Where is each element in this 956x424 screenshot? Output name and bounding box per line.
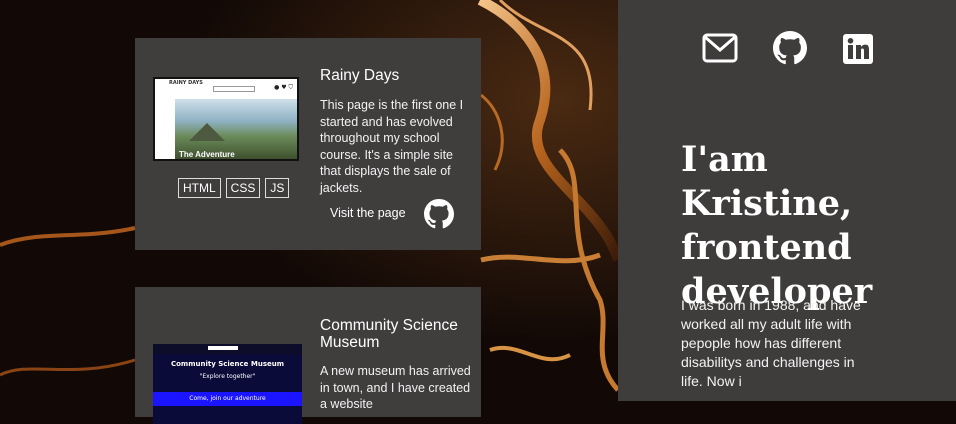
thumbnail-hero-image: The Adventure — [175, 99, 297, 159]
project-thumbnail[interactable]: RAINY DAYS ● ♥ ⛉ The Adventure — [153, 77, 299, 161]
thumbnail-search-bar — [213, 86, 255, 92]
thumbnail-subheading: "Explore together" — [199, 373, 256, 380]
tag-css: CSS — [225, 178, 261, 198]
project-thumbnail[interactable]: Community Science Museum "Explore togeth… — [153, 344, 302, 424]
tent-shape — [189, 123, 225, 141]
project-card-rainy-days: RAINY DAYS ● ♥ ⛉ The Adventure HTML CSS … — [135, 38, 481, 250]
intro-bio: I was born in 1988, and have worked all … — [681, 297, 861, 389]
github-icon[interactable] — [773, 31, 807, 69]
project-description: A new museum has arrived in town, and I … — [320, 364, 471, 411]
intro-headline: I'am Kristine, frontend developer — [681, 139, 873, 312]
project-description: This page is the first one I started and… — [320, 98, 464, 195]
thumbnail-logo: RAINY DAYS — [169, 80, 203, 86]
thumbnail-nav — [153, 344, 302, 354]
intro-panel: I'am Kristine, frontend developer I was … — [618, 0, 956, 401]
mail-icon[interactable] — [702, 33, 738, 67]
visit-page-link[interactable]: Visit the page — [330, 206, 406, 220]
tag-js: JS — [265, 178, 290, 198]
thumbnail-heading: Community Science Museum — [170, 360, 285, 368]
github-icon[interactable] — [424, 199, 454, 229]
linkedin-icon[interactable] — [843, 34, 873, 68]
tag-html: HTML — [178, 178, 221, 198]
project-card-science-museum: Community Science Museum "Explore togeth… — [135, 287, 481, 424]
tech-tags: HTML CSS JS — [178, 178, 290, 198]
project-title: Rainy Days — [320, 67, 400, 84]
thumbnail-hero-text: The Adventure — [179, 150, 235, 159]
thumbnail-banner: Come, join our adventure — [153, 392, 302, 406]
thumbnail-header-icons: ● ♥ ⛉ — [274, 84, 293, 91]
project-title: Community Science Museum — [320, 317, 458, 351]
